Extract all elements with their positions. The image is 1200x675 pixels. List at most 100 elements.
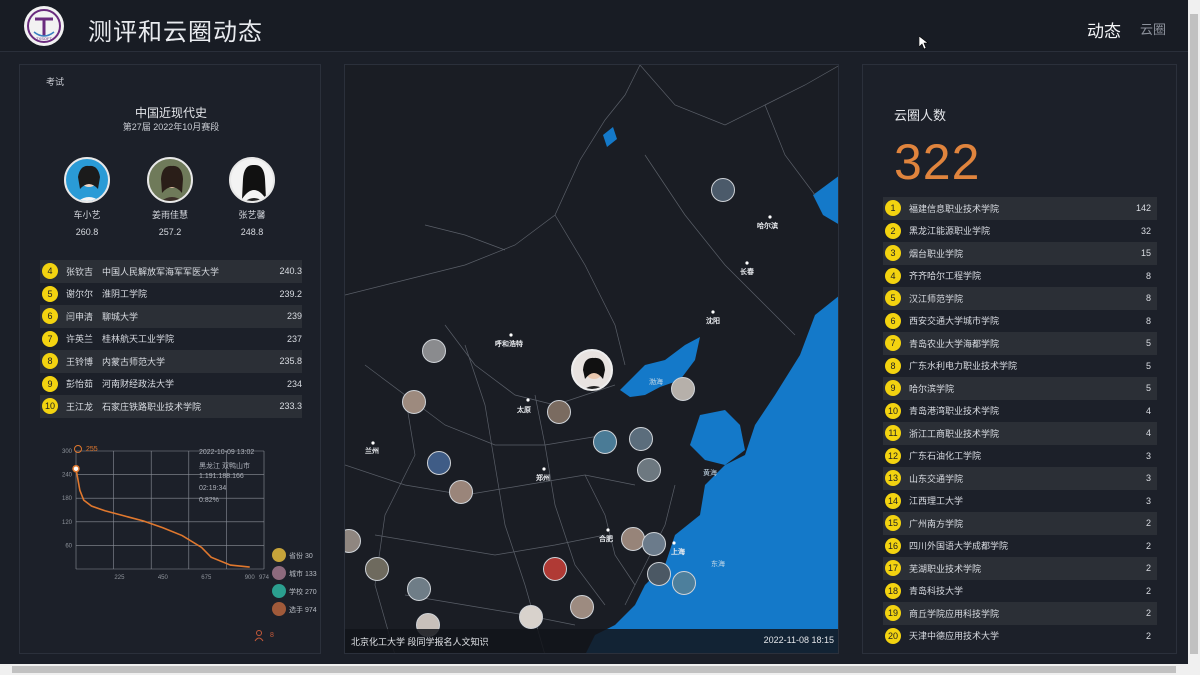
rank-number: 3 (885, 245, 901, 262)
avatar[interactable] (672, 571, 696, 595)
rank-number: 1 (885, 200, 901, 217)
map-ticker: 北京化工大学 段同学报名人文知识 2022-11-08 18:15 (345, 629, 838, 653)
player-icon (272, 602, 286, 616)
avatar[interactable] (570, 595, 594, 619)
rank-number: 6 (42, 308, 58, 325)
list-item[interactable]: 6 闫申清 聊城大学 239 (40, 305, 302, 328)
avatar[interactable] (449, 480, 473, 504)
avatar[interactable] (629, 427, 653, 451)
list-item[interactable]: 4 齐齐哈尔工程学院 8 (883, 265, 1157, 288)
list-item[interactable]: 8 广东水利电力职业技术学院 5 (883, 355, 1157, 378)
list-item[interactable]: 18 青岛科技大学 2 (883, 580, 1157, 603)
list-item[interactable]: 2 黑龙江能源职业学院 32 (883, 220, 1157, 243)
list-item[interactable]: 16 四川外国语大学成都学院 2 (883, 535, 1157, 558)
vertical-scrollbar[interactable] (1188, 0, 1200, 664)
list-item[interactable]: 11 浙江工商职业技术学院 4 (883, 422, 1157, 445)
avatar[interactable] (402, 390, 426, 414)
school-name: 山东交通学院 (909, 473, 964, 484)
list-item[interactable]: 9 彭怡茹 河南财经政法大学 234 (40, 373, 302, 396)
podium-score: 248.8 (240, 227, 264, 237)
cities-count: 城市 133 (289, 571, 317, 578)
school-name: 黑龙江能源职业学院 (909, 226, 991, 237)
logo-text: TXSOFT (36, 36, 52, 41)
list-item[interactable]: 13 山东交通学院 3 (883, 467, 1157, 490)
school-name: 浙江工商职业技术学院 (909, 428, 1000, 439)
horizontal-scrollbar[interactable] (0, 664, 1200, 675)
avatar[interactable] (547, 400, 571, 424)
schools-count: 学校 270 (289, 589, 317, 596)
podium-first[interactable]: 车小艺 260.8 (62, 157, 112, 237)
avatar[interactable] (571, 349, 613, 391)
school-count: 2 (1145, 518, 1151, 529)
list-item[interactable]: 1 福建信息职业技术学院 142 (883, 197, 1157, 220)
city-label: 呼和浩特 (495, 341, 523, 348)
avatar[interactable] (671, 377, 695, 401)
x-tick-label: 225 (114, 575, 125, 581)
avatar[interactable] (637, 458, 661, 482)
list-item[interactable]: 8 王铃博 内蒙古师范大学 235.8 (40, 350, 302, 373)
list-item[interactable]: 20 天津中德应用技术大学 2 (883, 625, 1157, 648)
list-item[interactable]: 6 西安交通大学城市学院 8 (883, 310, 1157, 333)
avatar[interactable] (593, 430, 617, 454)
nav-tab-cloud[interactable]: 云圈 (1140, 19, 1166, 38)
avatar[interactable] (711, 178, 735, 202)
map-panel[interactable]: 哈尔滨 长春 沈阳 呼和浩特 太原 兰州 郑州 合肥 上海 渤海 黄海 东海 北… (344, 64, 839, 654)
series-line (75, 468, 250, 568)
scrollbar-thumb[interactable] (1190, 14, 1198, 654)
rank-number: 4 (42, 263, 58, 280)
list-item[interactable]: 17 芜湖职业技术学院 2 (883, 557, 1157, 580)
podium-score: 260.8 (75, 227, 99, 237)
rank-number: 17 (885, 560, 901, 577)
list-item[interactable]: 3 烟台职业学院 15 (883, 242, 1157, 265)
list-item[interactable]: 14 江西理工大学 3 (883, 490, 1157, 513)
scrollbar-thumb[interactable] (12, 666, 1176, 673)
avatar[interactable] (365, 557, 389, 581)
school-count: 3 (1145, 473, 1151, 484)
list-item[interactable]: 7 许英兰 桂林航天工业学院 237 (40, 328, 302, 351)
school-count: 2 (1145, 608, 1151, 619)
rank-score: 240.3 (279, 266, 302, 277)
cloud-count: 322 (894, 134, 981, 190)
podium-third[interactable]: 张艺馨 248.8 (227, 157, 277, 237)
school-count: 2 (1145, 630, 1151, 641)
app-logo[interactable]: TXSOFT (24, 6, 64, 46)
avatar[interactable] (642, 532, 666, 556)
avatar[interactable] (427, 451, 451, 475)
rank-number: 14 (885, 492, 901, 509)
school-name: 天津中德应用技术大学 (909, 631, 1000, 642)
avatar[interactable] (422, 339, 446, 363)
nav-tab-dynamics[interactable]: 动态 (1087, 17, 1121, 42)
list-item[interactable]: 7 青岛农业大学海都学院 5 (883, 332, 1157, 355)
list-item[interactable]: 9 哈尔滨学院 5 (883, 377, 1157, 400)
rank-school: 内蒙古师范大学 (102, 356, 166, 367)
list-item[interactable]: 4 张钦吉 中国人民解放军海军军医大学 240.3 (40, 260, 302, 283)
list-item[interactable]: 10 青岛港湾职业技术学院 4 (883, 400, 1157, 423)
avatar[interactable] (621, 527, 645, 551)
school-name: 广东水利电力职业技术学院 (909, 361, 1018, 372)
rank-school: 淮阴工学院 (102, 289, 148, 300)
list-item[interactable]: 10 王江龙 石家庄铁路职业技术学院 233.3 (40, 395, 302, 418)
list-item[interactable]: 19 商丘学院应用科技学院 2 (883, 602, 1157, 625)
list-item[interactable]: 5 谢尔尔 淮阴工学院 239.2 (40, 283, 302, 306)
rank-number: 11 (885, 425, 901, 442)
city-label: 太原 (517, 407, 531, 414)
school-name: 江西理工大学 (909, 496, 964, 507)
school-count: 5 (1145, 338, 1151, 349)
rank-name: 谢尔尔 (66, 289, 94, 300)
school-name: 芜湖职业技术学院 (909, 563, 982, 574)
score-distribution-chart: 60 120 180 240 300 225 450 675 900 974 255 2022-10… (44, 441, 317, 601)
rank-number: 15 (885, 515, 901, 532)
avatar[interactable] (407, 577, 431, 601)
mouse-cursor-icon (919, 36, 929, 50)
podium-second[interactable]: 姜雨佳慧 257.2 (145, 157, 195, 237)
avatar (147, 157, 193, 203)
rank-list: 4 张钦吉 中国人民解放军海军军医大学 240.3 5 谢尔尔 淮阴工学院 239.2 6闫… (40, 260, 302, 418)
list-item[interactable]: 12 广东石油化工学院 3 (883, 445, 1157, 468)
avatar[interactable] (519, 605, 543, 629)
list-item[interactable]: 5 汉江师范学院 8 (883, 287, 1157, 310)
list-item[interactable]: 15 广州南方学院 2 (883, 512, 1157, 535)
avatar[interactable] (647, 562, 671, 586)
school-name: 青岛科技大学 (909, 586, 964, 597)
school-name: 齐齐哈尔工程学院 (909, 271, 982, 282)
avatar[interactable] (543, 557, 567, 581)
